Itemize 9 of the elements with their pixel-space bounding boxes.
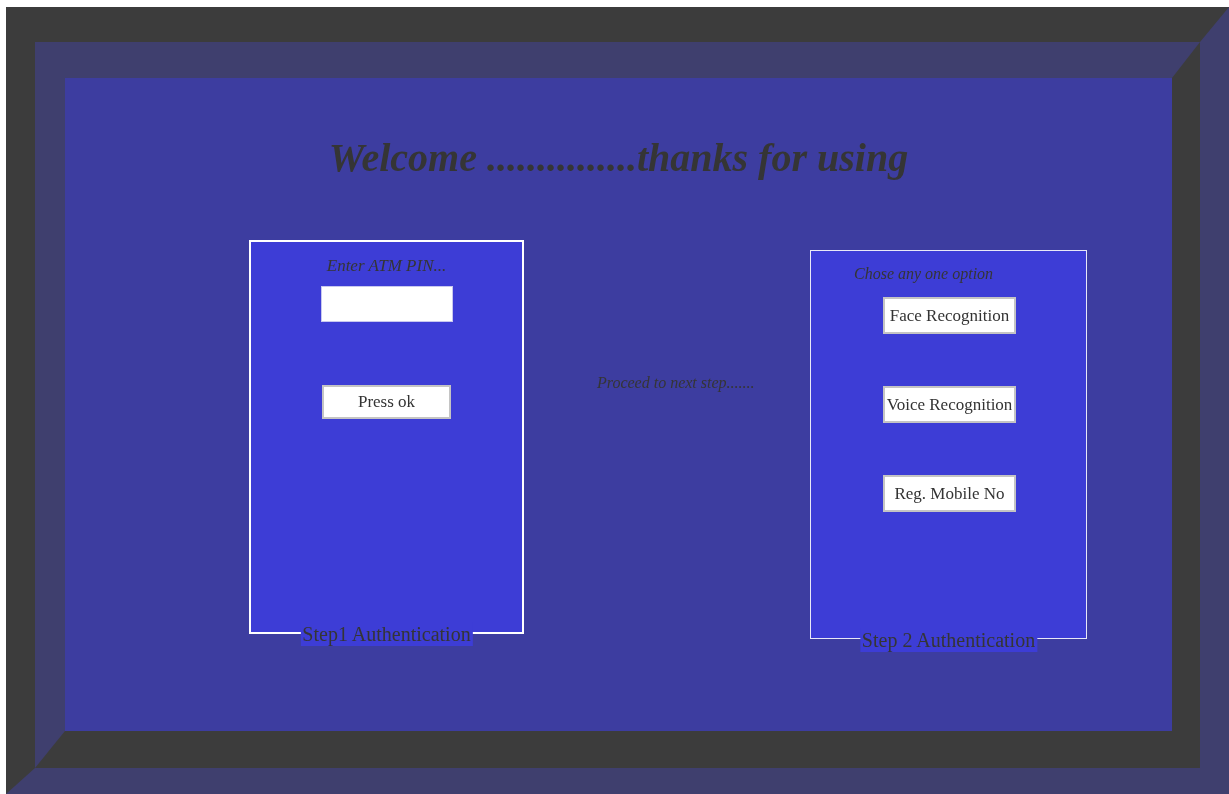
option-button[interactable]: Face Recognition: [883, 297, 1016, 334]
welcome-title: Welcome ...............thanks for using: [327, 134, 910, 182]
option-button[interactable]: Reg. Mobile No: [883, 475, 1016, 512]
option-button[interactable]: Voice Recognition: [883, 386, 1016, 423]
ok-button[interactable]: Press ok: [322, 385, 451, 419]
option-prompt: Chose any one option: [854, 265, 994, 283]
pin-prompt: Enter ATM PIN...: [326, 256, 447, 276]
pin-field[interactable]: [320, 286, 453, 322]
proceed-text: Proceed to next step.......: [597, 374, 755, 391]
